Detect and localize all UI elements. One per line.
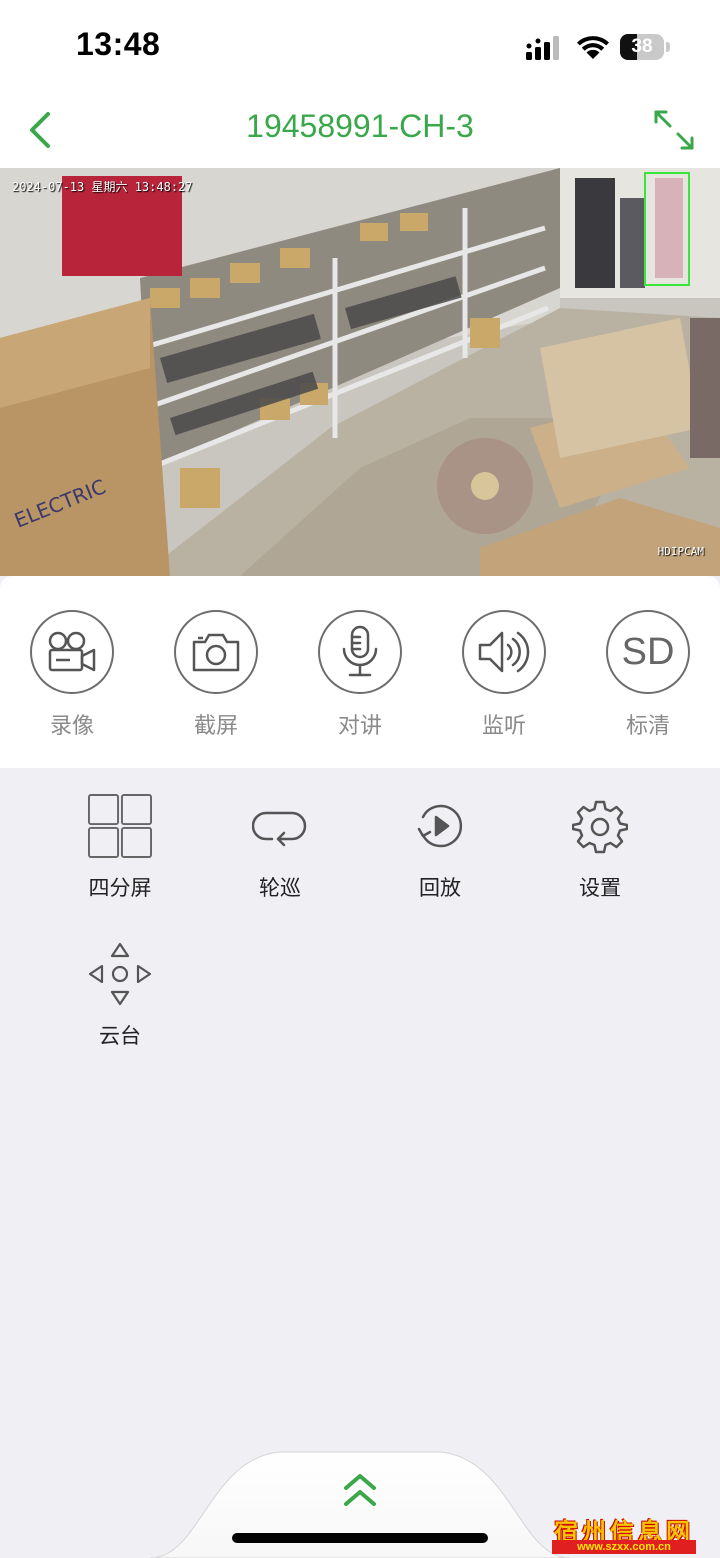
nav-bar: 19458991-CH-3 bbox=[0, 92, 720, 168]
status-time: 13:48 bbox=[76, 26, 161, 62]
cycle-icon bbox=[248, 794, 312, 858]
video-camera-icon bbox=[30, 610, 114, 694]
screenshot-button[interactable]: 截屏 bbox=[161, 610, 271, 740]
cycle-button[interactable]: 轮巡 bbox=[215, 794, 345, 914]
fullscreen-icon[interactable] bbox=[650, 106, 698, 154]
listen-button[interactable]: 监听 bbox=[449, 610, 559, 740]
record-label: 录像 bbox=[49, 714, 94, 739]
sd-icon-text: SD bbox=[621, 630, 675, 673]
ptz-icon bbox=[88, 942, 152, 1006]
settings-button[interactable]: 设置 bbox=[535, 794, 665, 914]
back-arrow-icon[interactable] bbox=[20, 108, 64, 152]
video-timestamp: 2024-07-13 星期六 13:48:27 bbox=[12, 180, 193, 194]
battery-indicator: 38 bbox=[620, 34, 670, 60]
page-title: 19458991-CH-3 bbox=[246, 108, 474, 144]
sd-icon: SD bbox=[606, 610, 690, 694]
microphone-icon bbox=[318, 610, 402, 694]
screenshot-label: 截屏 bbox=[193, 714, 238, 739]
cellular-signal-icon bbox=[526, 36, 559, 60]
motion-detection-box bbox=[644, 172, 690, 286]
record-button[interactable]: 录像 bbox=[17, 610, 127, 740]
intercom-button[interactable]: 对讲 bbox=[305, 610, 415, 740]
speaker-icon bbox=[462, 610, 546, 694]
quality-button[interactable]: SD 标清 bbox=[593, 610, 703, 740]
watermark-url: www.szxx.com.cn bbox=[552, 1540, 696, 1554]
camera-icon bbox=[174, 610, 258, 694]
ptz-label: 云台 bbox=[99, 1024, 141, 1048]
settings-label: 设置 bbox=[579, 876, 621, 900]
listen-label: 监听 bbox=[481, 714, 526, 739]
battery-percent: 38 bbox=[631, 36, 653, 57]
camera-video-feed[interactable]: ELECTRIC 2024-07-13 星期六 13:48:27 HDIPCAM bbox=[0, 168, 720, 576]
four-split-label: 四分屏 bbox=[88, 876, 152, 900]
playback-button[interactable]: 回放 bbox=[375, 794, 505, 914]
cycle-label: 轮巡 bbox=[259, 876, 301, 900]
wifi-icon bbox=[577, 36, 609, 59]
camera-controls: 录像 截屏 对讲 监听 SD 标清 bbox=[0, 576, 720, 768]
ptz-button[interactable]: 云台 bbox=[55, 942, 185, 1062]
status-bar: 13:48 38 bbox=[0, 0, 720, 92]
home-indicator bbox=[232, 1533, 488, 1543]
four-split-button[interactable]: 四分屏 bbox=[55, 794, 185, 914]
gear-icon bbox=[568, 794, 632, 858]
camera-brand-label: HDIPCAM bbox=[657, 545, 704, 558]
four-split-icon bbox=[88, 794, 152, 858]
video-frame-illustration: ELECTRIC bbox=[0, 168, 720, 576]
playback-icon bbox=[408, 794, 472, 858]
intercom-label: 对讲 bbox=[337, 714, 382, 739]
quality-label: 标清 bbox=[625, 714, 670, 739]
playback-label: 回放 bbox=[419, 876, 461, 900]
site-watermark: 宿州信息网 www.szxx.com.cn bbox=[548, 1512, 700, 1554]
